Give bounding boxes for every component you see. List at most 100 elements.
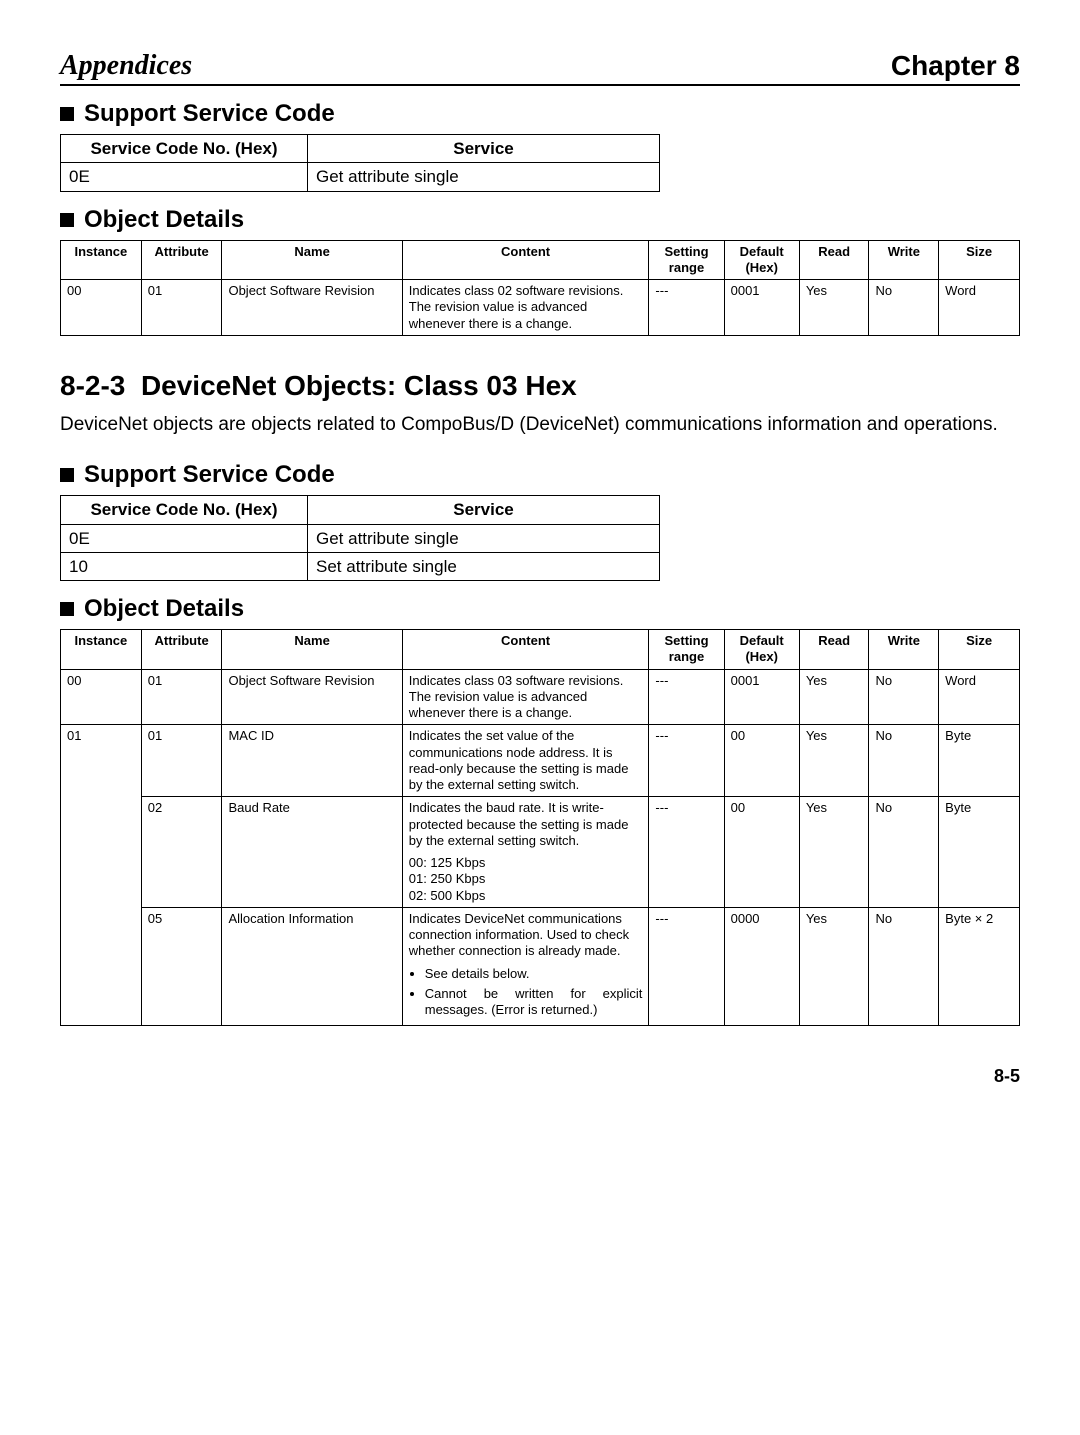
- section-heading-8-2-3: 8-2-3 DeviceNet Objects: Class 03 Hex: [60, 370, 1020, 402]
- heading-support-service-code-2: Support Service Code: [60, 461, 1020, 489]
- table-row: 01 01 MAC ID Indicates the set value of …: [61, 725, 1020, 797]
- table-header-row: Service Code No. (Hex) Service: [61, 496, 660, 524]
- col-attribute: Attribute: [141, 240, 222, 280]
- cell-name: Baud Rate: [222, 797, 402, 908]
- content-para: Indicates class 03 software revisions. T…: [409, 673, 643, 722]
- object-details-table-1: Instance Attribute Name Content Setting …: [60, 240, 1020, 336]
- header-right: Chapter 8: [891, 50, 1020, 82]
- table-header-row: Instance Attribute Name Content Setting …: [61, 630, 1020, 670]
- cell-read: Yes: [799, 669, 869, 725]
- col-default: Default (Hex): [724, 240, 799, 280]
- cell-name: Allocation Information: [222, 907, 402, 1026]
- table-row: 10 Set attribute single: [61, 552, 660, 580]
- col-setting-range: Setting range: [649, 240, 724, 280]
- header-left: Appendices: [60, 50, 192, 82]
- table-row: 05 Allocation Information Indicates Devi…: [61, 907, 1020, 1026]
- col-write: Write: [869, 630, 939, 670]
- cell-service: Get attribute single: [308, 524, 660, 552]
- content-para: Indicates DeviceNet communications conne…: [409, 911, 643, 960]
- cell-content: Indicates class 02 software revisions. T…: [402, 280, 649, 336]
- cell-read: Yes: [799, 907, 869, 1026]
- content-para: 00: 125 Kbps 01: 250 Kbps 02: 500 Kbps: [409, 855, 643, 904]
- col-read: Read: [799, 240, 869, 280]
- cell-read: Yes: [799, 280, 869, 336]
- square-bullet-icon: [60, 468, 74, 482]
- service-code-table-1: Service Code No. (Hex) Service 0E Get at…: [60, 134, 660, 192]
- cell-instance: 00: [61, 280, 142, 336]
- heading-object-details-2: Object Details: [60, 595, 1020, 623]
- col-service: Service: [308, 135, 660, 163]
- cell-instance: [61, 797, 142, 908]
- col-default: Default (Hex): [724, 630, 799, 670]
- heading-text: Object Details: [84, 595, 244, 623]
- cell-name: Object Software Revision: [222, 669, 402, 725]
- bullet-item: Cannot be written for explicit messages.…: [425, 986, 643, 1019]
- cell-default: 0001: [724, 280, 799, 336]
- table-row: 00 01 Object Software Revision Indicates…: [61, 280, 1020, 336]
- cell-read: Yes: [799, 797, 869, 908]
- cell-size: Byte × 2: [939, 907, 1020, 1026]
- col-size: Size: [939, 630, 1020, 670]
- cell-setting: ---: [649, 907, 724, 1026]
- content-para: Indicates the set value of the communica…: [409, 728, 643, 793]
- bullet-item: See details below.: [425, 966, 643, 982]
- cell-content: Indicates the set value of the communica…: [402, 725, 649, 797]
- cell-code: 0E: [61, 163, 308, 191]
- cell-default: 0000: [724, 907, 799, 1026]
- cell-attribute: 01: [141, 725, 222, 797]
- cell-content: Indicates the baud rate. It is write-pro…: [402, 797, 649, 908]
- col-name: Name: [222, 630, 402, 670]
- table-row: 0E Get attribute single: [61, 524, 660, 552]
- col-content: Content: [402, 240, 649, 280]
- section-title: DeviceNet Objects: Class 03 Hex: [141, 370, 577, 401]
- col-read: Read: [799, 630, 869, 670]
- square-bullet-icon: [60, 213, 74, 227]
- heading-text: Support Service Code: [84, 461, 335, 489]
- col-setting-range: Setting range: [649, 630, 724, 670]
- heading-text: Object Details: [84, 206, 244, 234]
- cell-default: 00: [724, 725, 799, 797]
- page-header: Appendices Chapter 8: [60, 50, 1020, 86]
- table-header-row: Instance Attribute Name Content Setting …: [61, 240, 1020, 280]
- col-service-code: Service Code No. (Hex): [61, 135, 308, 163]
- cell-service: Get attribute single: [308, 163, 660, 191]
- cell-instance: 01: [61, 725, 142, 797]
- object-details-table-2: Instance Attribute Name Content Setting …: [60, 629, 1020, 1026]
- cell-service: Set attribute single: [308, 552, 660, 580]
- table-row: 00 01 Object Software Revision Indicates…: [61, 669, 1020, 725]
- col-content: Content: [402, 630, 649, 670]
- col-attribute: Attribute: [141, 630, 222, 670]
- heading-text: Support Service Code: [84, 100, 335, 128]
- cell-write: No: [869, 797, 939, 908]
- cell-size: Word: [939, 280, 1020, 336]
- table-header-row: Service Code No. (Hex) Service: [61, 135, 660, 163]
- cell-name: MAC ID: [222, 725, 402, 797]
- col-write: Write: [869, 240, 939, 280]
- col-name: Name: [222, 240, 402, 280]
- col-size: Size: [939, 240, 1020, 280]
- cell-default: 0001: [724, 669, 799, 725]
- page-number: 8-5: [60, 1066, 1020, 1087]
- cell-attribute: 01: [141, 280, 222, 336]
- cell-code: 10: [61, 552, 308, 580]
- cell-attribute: 01: [141, 669, 222, 725]
- cell-content: Indicates DeviceNet communications conne…: [402, 907, 649, 1026]
- cell-attribute: 02: [141, 797, 222, 908]
- content-bullets: See details below. Cannot be written for…: [409, 966, 643, 1019]
- cell-setting: ---: [649, 725, 724, 797]
- cell-write: No: [869, 669, 939, 725]
- cell-setting: ---: [649, 797, 724, 908]
- service-code-table-2: Service Code No. (Hex) Service 0E Get at…: [60, 495, 660, 581]
- col-service: Service: [308, 496, 660, 524]
- col-instance: Instance: [61, 630, 142, 670]
- cell-name: Object Software Revision: [222, 280, 402, 336]
- content-para: Indicates the baud rate. It is write-pro…: [409, 800, 643, 849]
- cell-read: Yes: [799, 725, 869, 797]
- heading-support-service-code-1: Support Service Code: [60, 100, 1020, 128]
- cell-setting: ---: [649, 280, 724, 336]
- cell-content: Indicates class 03 software revisions. T…: [402, 669, 649, 725]
- table-row: 02 Baud Rate Indicates the baud rate. It…: [61, 797, 1020, 908]
- cell-default: 00: [724, 797, 799, 908]
- cell-write: No: [869, 725, 939, 797]
- cell-size: Byte: [939, 725, 1020, 797]
